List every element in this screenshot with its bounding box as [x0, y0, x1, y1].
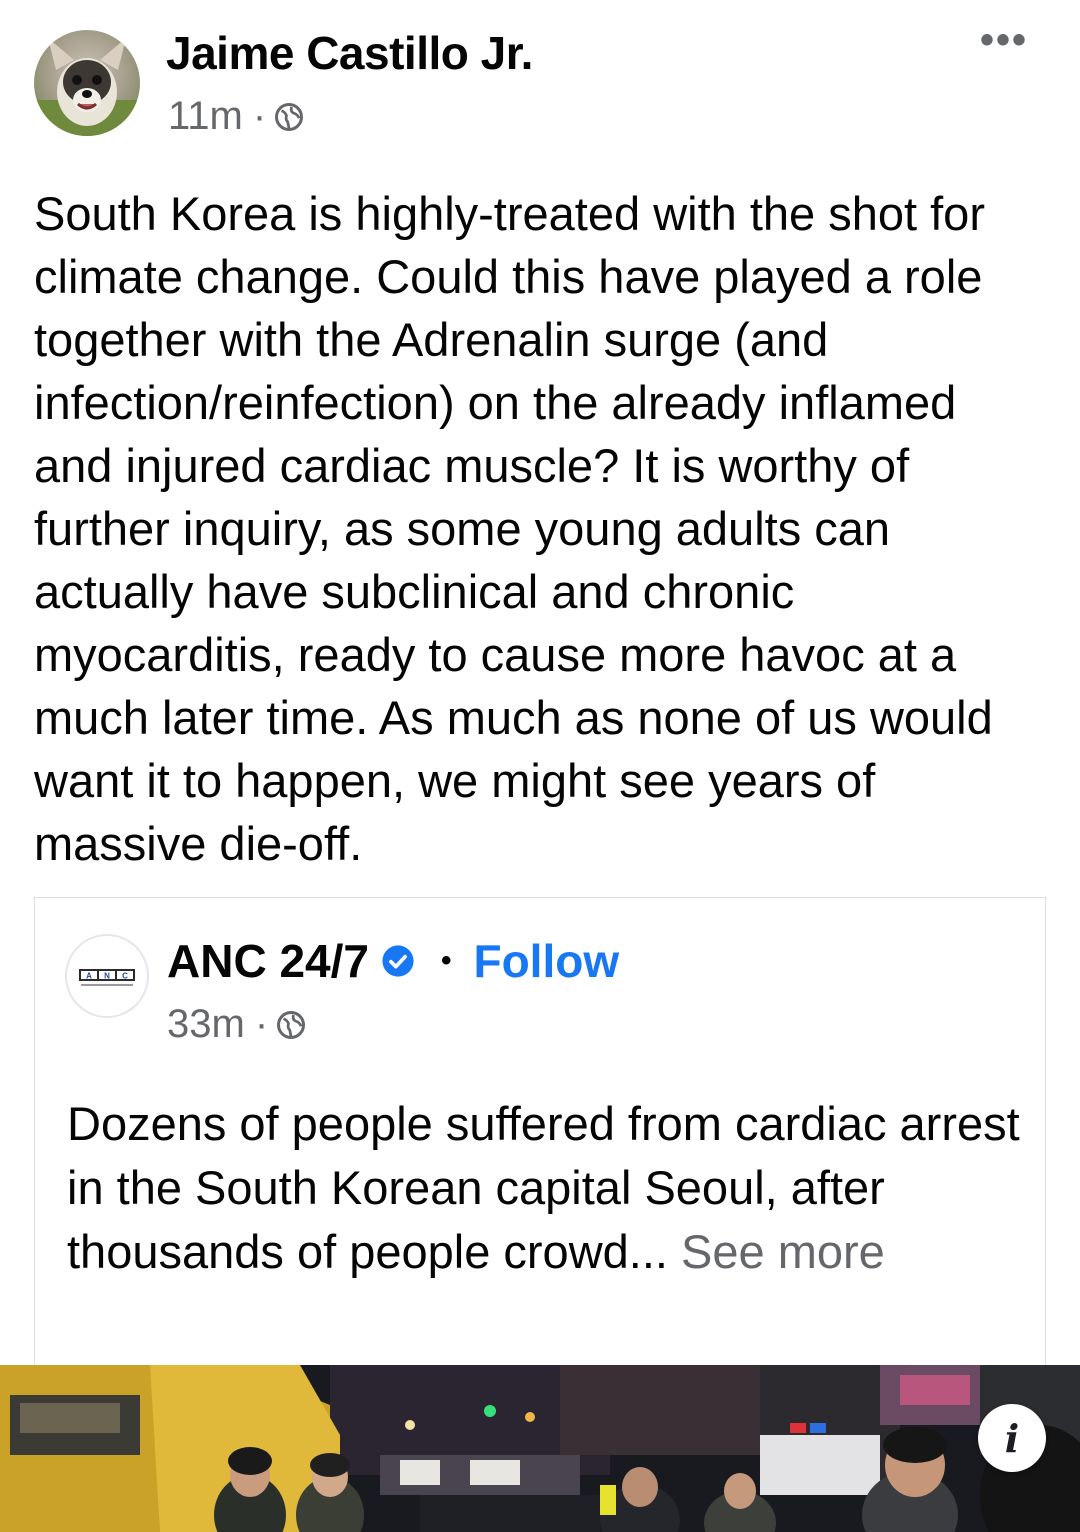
author-avatar[interactable]	[34, 30, 140, 136]
follow-separator: •	[440, 944, 452, 977]
meta-separator: ·	[252, 94, 267, 138]
post-author-name[interactable]: Jaime Castillo Jr.	[166, 26, 533, 80]
see-more-link[interactable]: See more	[681, 1225, 885, 1278]
shared-author-name[interactable]: ANC 24/7	[167, 934, 369, 988]
info-button[interactable]: i	[978, 1404, 1046, 1472]
svg-text:A: A	[86, 972, 92, 981]
svg-text:N: N	[104, 972, 110, 981]
verified-badge-icon	[382, 945, 414, 977]
street-scene-image	[0, 1365, 1080, 1532]
news-photo[interactable]	[0, 1365, 1080, 1532]
post-time[interactable]: 11m	[168, 94, 243, 139]
more-options-button[interactable]: •••	[980, 20, 1028, 60]
anc-logo-image: A N C	[79, 969, 135, 986]
post-body-text: South Korea is highly-treated with the s…	[34, 187, 993, 870]
shared-author-row: ANC 24/7 • Follow	[167, 934, 619, 988]
globe-icon	[277, 1010, 306, 1039]
post-meta: 11m ·	[168, 94, 304, 139]
shared-meta: 33m ·	[167, 1002, 306, 1047]
dog-avatar-image	[34, 38, 140, 136]
facebook-post: Jaime Castillo Jr. 11m · ••• South Korea…	[0, 0, 1080, 1532]
follow-button[interactable]: Follow	[473, 934, 619, 988]
shared-meta-separator: ·	[254, 1002, 269, 1046]
shared-post-card[interactable]: A N C ANC 24/7 • Follow 33m · Dozens of …	[34, 897, 1046, 1367]
shared-body-text: Dozens of people suffered from cardiac a…	[67, 1092, 1027, 1284]
svg-text:C: C	[122, 972, 128, 981]
anc-logo[interactable]: A N C	[65, 934, 149, 1018]
globe-icon	[275, 102, 304, 131]
shared-time[interactable]: 33m	[167, 1002, 245, 1047]
